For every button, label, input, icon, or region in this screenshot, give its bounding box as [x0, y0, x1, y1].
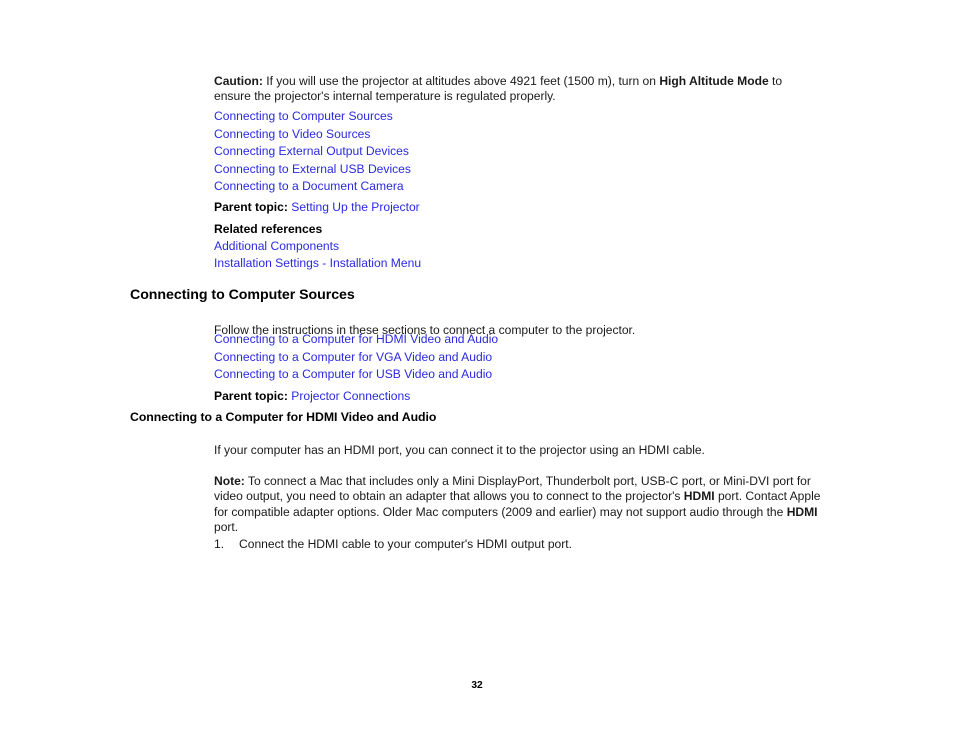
related-references-heading: Related references — [214, 222, 323, 237]
parent-topic-label: Parent topic: — [214, 389, 288, 403]
step-text: Connect the HDMI cable to your computer'… — [239, 537, 573, 551]
list-item: Connecting to a Document Camera — [214, 178, 411, 196]
section-link-hdmi-video-audio[interactable]: Connecting to a Computer for HDMI Video … — [214, 332, 498, 346]
caution-emphasis: High Altitude Mode — [659, 74, 769, 89]
parent-topic-row: Parent topic: Projector Connections — [214, 389, 410, 404]
note-label: Note: — [214, 474, 245, 489]
parent-topic-label: Parent topic: — [214, 200, 288, 214]
note-emphasis-hdmi-1: HDMI — [683, 489, 715, 504]
subsection-heading-hdmi-video-audio: Connecting to a Computer for HDMI Video … — [130, 410, 437, 424]
related-references-list: Additional Components Installation Setti… — [214, 238, 421, 273]
section-heading-connecting-to-computer-sources: Connecting to Computer Sources — [130, 287, 355, 303]
metadata-block-2: Parent topic: Projector Connections — [214, 389, 410, 404]
procedure-step-list: 1. Connect the HDMI cable to your comput… — [214, 537, 834, 552]
list-item: Connecting to External USB Devices — [214, 161, 411, 179]
section-link-vga-video-audio[interactable]: Connecting to a Computer for VGA Video a… — [214, 350, 492, 364]
caution-label: Caution: — [214, 74, 263, 89]
list-item: 1. Connect the HDMI cable to your comput… — [214, 537, 834, 552]
parent-topic-link-projector-connections[interactable]: Projector Connections — [291, 389, 410, 403]
related-link-additional-components[interactable]: Additional Components — [214, 239, 339, 253]
list-item: Connecting to Computer Sources — [214, 108, 411, 126]
caution-text-before: If you will use the projector at altitud… — [262, 74, 660, 89]
metadata-block-1: Parent topic: Setting Up the Projector R… — [214, 200, 421, 273]
topic-link-list: Connecting to Computer Sources Connectin… — [214, 108, 411, 196]
note-emphasis-hdmi-2: HDMI — [786, 504, 818, 519]
topic-link-external-output-devices[interactable]: Connecting External Output Devices — [214, 144, 409, 158]
subsection-intro-paragraph: If your computer has an HDMI port, you c… — [214, 443, 705, 458]
section-link-list: Connecting to a Computer for HDMI Video … — [214, 331, 498, 384]
caution-note: Caution: If you will use the projector a… — [214, 74, 822, 105]
list-item: Installation Settings - Installation Men… — [214, 255, 421, 273]
page-number: 32 — [471, 680, 483, 691]
list-item: Connecting to Video Sources — [214, 126, 411, 144]
list-item: Connecting to a Computer for HDMI Video … — [214, 331, 498, 349]
list-item: Connecting to a Computer for USB Video a… — [214, 366, 498, 384]
note-text-part3: port. — [214, 519, 239, 534]
related-link-installation-settings[interactable]: Installation Settings - Installation Men… — [214, 256, 421, 270]
topic-link-document-camera[interactable]: Connecting to a Document Camera — [214, 179, 404, 193]
list-item: Connecting External Output Devices — [214, 143, 411, 161]
topic-link-video-sources[interactable]: Connecting to Video Sources — [214, 127, 370, 141]
list-item: Additional Components — [214, 238, 421, 256]
section-link-usb-video-audio[interactable]: Connecting to a Computer for USB Video a… — [214, 367, 492, 381]
topic-link-computer-sources[interactable]: Connecting to Computer Sources — [214, 109, 393, 123]
list-item: Connecting to a Computer for VGA Video a… — [214, 349, 498, 367]
topic-link-external-usb-devices[interactable]: Connecting to External USB Devices — [214, 162, 411, 176]
step-number: 1. — [214, 537, 225, 551]
parent-topic-row: Parent topic: Setting Up the Projector — [214, 200, 421, 215]
note-callout: Note: To connect a Mac that includes onl… — [214, 474, 824, 535]
parent-topic-link-setting-up[interactable]: Setting Up the Projector — [291, 200, 419, 214]
document-page: Caution: If you will use the projector a… — [0, 0, 954, 738]
